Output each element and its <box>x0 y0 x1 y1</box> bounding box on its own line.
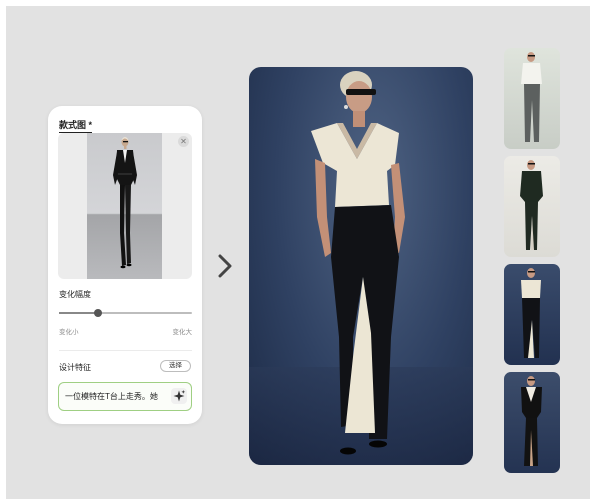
style-image-title: 款式图 * <box>59 118 93 133</box>
thumbnail-3[interactable] <box>504 264 560 365</box>
variation-label: 变化幅度 <box>59 290 91 299</box>
generation-panel: 款式图 * ✕ 变化幅度 变化小 变化大 设计特征 选择 一位模特在T台上走秀。… <box>48 106 202 424</box>
design-features-label: 设计特征 <box>59 363 91 372</box>
thumbnail-2[interactable] <box>504 156 560 257</box>
select-button[interactable]: 选择 <box>160 360 191 372</box>
thumbnail-1[interactable] <box>504 48 560 149</box>
variation-slider[interactable] <box>59 309 192 317</box>
variation-slider-thumb[interactable] <box>93 309 102 317</box>
slider-max-label: 变化大 <box>172 329 193 336</box>
close-icon: ✕ <box>180 137 187 146</box>
prompt-input[interactable]: 一位模特在T台上走秀。她 <box>58 382 192 411</box>
chevron-right-icon <box>215 253 235 279</box>
sparkle-icon <box>173 390 186 402</box>
section-divider <box>59 350 192 351</box>
workspace-canvas: 款式图 * ✕ 变化幅度 变化小 变化大 设计特征 选择 一位模特在T台上走秀。… <box>6 6 590 499</box>
remove-style-image-button[interactable]: ✕ <box>178 136 189 147</box>
prompt-text: 一位模特在T台上走秀。她 <box>65 392 158 401</box>
thumbnail-4[interactable] <box>504 372 560 473</box>
main-result-image[interactable] <box>249 67 473 465</box>
style-image-upload[interactable]: ✕ <box>58 133 192 279</box>
style-image-preview <box>87 133 162 279</box>
variation-slider-fill <box>59 312 98 314</box>
slider-min-label: 变化小 <box>59 329 79 336</box>
ai-enhance-button[interactable] <box>171 388 187 404</box>
